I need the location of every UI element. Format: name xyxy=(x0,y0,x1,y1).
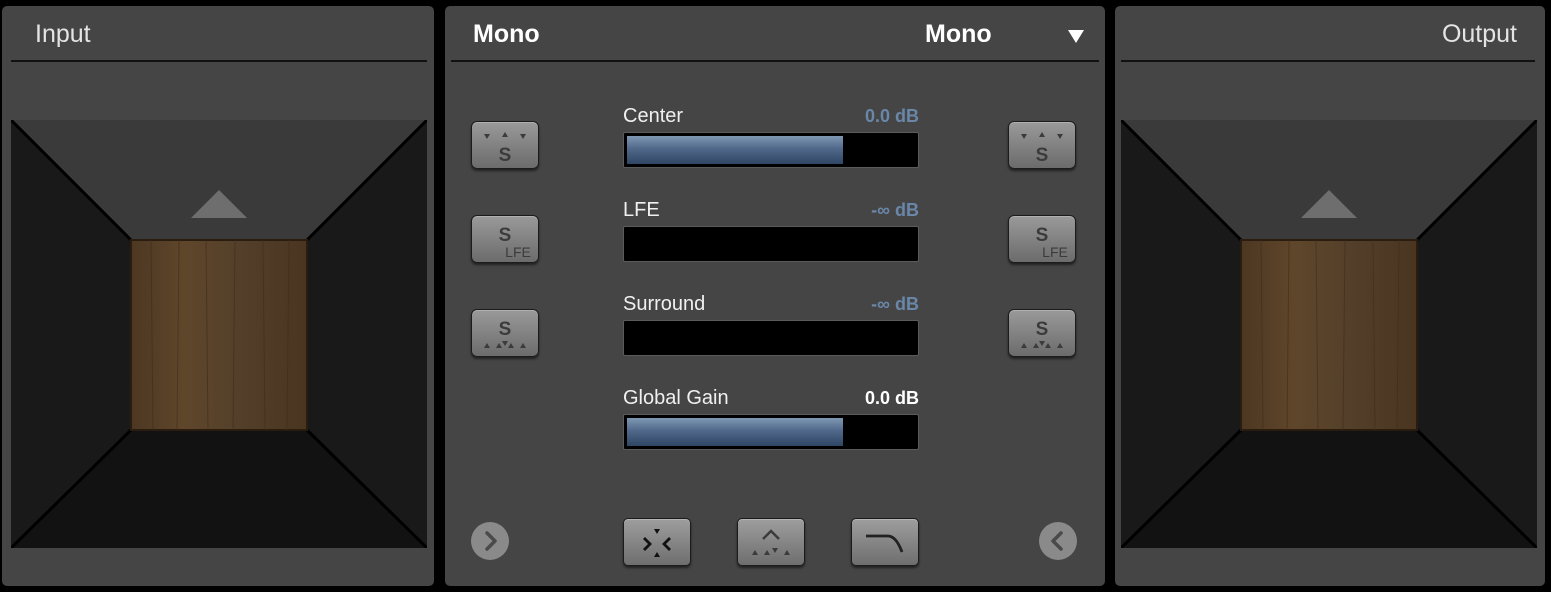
solo-lfe-icon: S LFE xyxy=(1036,225,1068,260)
output-panel-title: Output xyxy=(1441,20,1517,48)
header-divider xyxy=(1121,60,1535,62)
center-surround-button[interactable] xyxy=(737,518,805,566)
header-divider xyxy=(11,60,427,62)
fader-global-gain[interactable] xyxy=(623,414,919,450)
svg-text:S: S xyxy=(499,319,512,340)
solo-surround-icon: S xyxy=(484,319,526,348)
solo-center-button-right[interactable]: S xyxy=(1008,121,1076,169)
fader-value-lfe: -∞ dB xyxy=(871,200,919,220)
solo-lfe-button-left[interactable]: S LFE xyxy=(471,215,539,263)
solo-center-button-left[interactable]: S xyxy=(471,121,539,169)
fader-label-global-gain: Global Gain xyxy=(623,387,729,409)
fader-value-center: 0.0 dB xyxy=(864,106,919,126)
fader-surround[interactable] xyxy=(623,320,919,356)
solo-center-icon: S xyxy=(484,132,526,166)
mix-down-icon xyxy=(643,529,671,557)
solo-lfe-icon: S LFE xyxy=(499,225,531,260)
fader-value-surround: -∞ dB xyxy=(871,294,919,314)
svg-text:LFE: LFE xyxy=(505,244,531,260)
svg-text:S: S xyxy=(499,225,512,246)
low-pass-filter-button[interactable] xyxy=(851,518,919,566)
triangle-down-icon[interactable] xyxy=(1067,28,1085,49)
downmix-panel: Mono Mono S S LFE S S S LFE S Center 0.0… xyxy=(445,6,1105,586)
center-surround-icon xyxy=(752,529,790,555)
fader-lfe[interactable] xyxy=(623,226,919,262)
svg-text:LFE: LFE xyxy=(1042,244,1068,260)
svg-text:S: S xyxy=(499,145,512,166)
fader-label-center: Center xyxy=(623,105,684,127)
header-divider xyxy=(451,60,1099,62)
solo-surround-button-right[interactable]: S xyxy=(1008,309,1076,357)
fader-center[interactable] xyxy=(623,132,919,168)
fader-fill xyxy=(627,136,843,164)
output-room-view[interactable] xyxy=(1121,120,1537,548)
fader-fill xyxy=(627,418,843,446)
svg-text:S: S xyxy=(1036,225,1049,246)
output-panel: Output xyxy=(1115,6,1545,586)
svg-text:S: S xyxy=(1036,145,1049,166)
room-perspective xyxy=(11,120,427,548)
solo-lfe-button-right[interactable]: S LFE xyxy=(1008,215,1076,263)
svg-text:S: S xyxy=(1036,319,1049,340)
input-format-label: Mono xyxy=(473,20,540,48)
solo-surround-icon: S xyxy=(1021,319,1063,348)
fader-label-lfe: LFE xyxy=(623,199,660,221)
mix-down-button[interactable] xyxy=(623,518,691,566)
fader-value-global-gain: 0.0 dB xyxy=(864,388,919,408)
low-pass-filter-icon xyxy=(866,534,904,553)
input-room-view[interactable] xyxy=(11,120,427,548)
chevron-right-icon xyxy=(485,531,497,551)
expand-right-button[interactable] xyxy=(471,522,509,560)
fader-label-surround: Surround xyxy=(623,293,706,315)
input-panel: Input xyxy=(2,6,434,586)
expand-left-button[interactable] xyxy=(1039,522,1077,560)
solo-center-icon: S xyxy=(1021,132,1063,166)
output-format-label[interactable]: Mono xyxy=(925,20,992,49)
room-perspective xyxy=(1121,120,1537,548)
input-panel-title: Input xyxy=(35,20,91,48)
solo-surround-button-left[interactable]: S xyxy=(471,309,539,357)
chevron-left-icon xyxy=(1051,531,1063,551)
